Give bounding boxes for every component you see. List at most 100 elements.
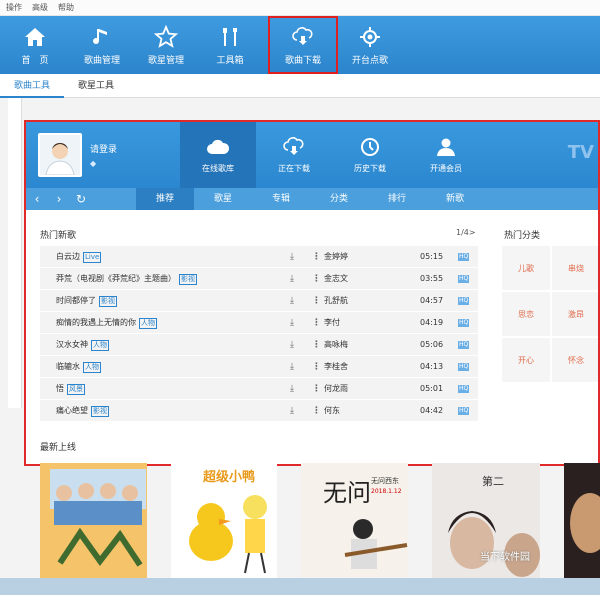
poster-2-image: 超级小鸭 — [170, 463, 278, 578]
song-singer[interactable]: 金婷婷 — [324, 251, 348, 262]
category-row: 开心 怀念 — [502, 338, 598, 382]
song-row[interactable]: 悟风景 ⤓ ⋮ 何龙雨 05:01 HQ — [40, 378, 478, 400]
poster-5[interactable] — [563, 463, 600, 578]
category-medley[interactable]: 串烧 — [552, 246, 598, 290]
poster-5-image — [563, 463, 600, 578]
avatar[interactable] — [38, 133, 82, 177]
menu-operate[interactable]: 操作 — [6, 2, 22, 13]
history-clock-icon — [361, 138, 379, 156]
tab-new-songs[interactable]: 新歌 — [426, 188, 484, 210]
nav-online-library[interactable]: 在线歌库 — [180, 122, 256, 188]
category-passionate[interactable]: 激昂 — [552, 292, 598, 336]
login-link[interactable]: 请登录 — [90, 145, 117, 155]
nav-open-vip[interactable]: 开通会员 — [408, 122, 484, 188]
tab-albums[interactable]: 专辑 — [252, 188, 310, 210]
song-row[interactable]: 痴情的我遇上无情的你 人物 ⤓ ⋮ 李付 04:19 HQ — [40, 312, 478, 334]
song-name: 痴情的我遇上无情的你 人物 — [56, 317, 157, 329]
song-name: 白云边 Live — [56, 251, 102, 263]
tab-song-tools[interactable]: 歌曲工具 — [0, 74, 65, 98]
song-row[interactable]: 时间都停了 影视 ⤓ ⋮ 孔舒航 04:57 HQ — [40, 290, 478, 312]
toolbar-song-download-button[interactable]: 歌曲下载 — [268, 16, 338, 74]
section-title-latest: 最新上线 — [40, 443, 77, 453]
online-library-panel: 请登录 ◆ 在线歌库 正在下载 历史下载 开通会员 TV ‹ › ↻ 推荐 歌星… — [24, 120, 600, 466]
download-icon[interactable]: ⤓ — [290, 406, 294, 416]
song-row[interactable]: 汉水女神 人物 ⤓ ⋮ 高咏梅 05:06 HQ — [40, 334, 478, 356]
more-icon[interactable]: ⋮ — [312, 252, 321, 262]
poster-2-title: 超级小鸭 — [203, 469, 255, 485]
refresh-icon[interactable]: ↻ — [70, 192, 92, 206]
toolbar-home-button[interactable]: 首 页 — [0, 16, 70, 74]
more-icon[interactable]: ⋮ — [312, 318, 321, 328]
bottom-bar — [0, 578, 600, 595]
song-duration: 05:15 — [420, 252, 444, 261]
forward-arrow-icon[interactable]: › — [48, 192, 70, 206]
menu-advanced[interactable]: 高级 — [32, 2, 48, 13]
more-icon[interactable]: ⋮ — [312, 340, 321, 350]
song-row[interactable]: 白云边 Live ⤓ ⋮ 金婷婷 05:15 HQ — [40, 246, 478, 268]
user-avatar-icon — [40, 135, 80, 175]
tab-ranking[interactable]: 排行 — [368, 188, 426, 210]
download-icon[interactable]: ⤓ — [290, 340, 294, 350]
tab-singer-tools[interactable]: 歌星工具 — [64, 74, 128, 98]
tab-singers[interactable]: 歌星 — [194, 188, 252, 210]
tab-categories[interactable]: 分类 — [310, 188, 368, 210]
more-icon[interactable]: ⋮ — [312, 406, 321, 416]
nav-downloading[interactable]: 正在下载 — [256, 122, 332, 188]
download-icon[interactable]: ⤓ — [290, 274, 294, 284]
song-duration: 04:19 — [420, 318, 444, 327]
hq-badge: HQ — [458, 252, 470, 261]
toolbar-toolbox-button[interactable]: 工具箱 — [198, 16, 262, 74]
more-icon[interactable]: ⋮ — [312, 384, 321, 394]
music-note-icon — [93, 28, 107, 44]
hq-badge: HQ — [458, 296, 470, 305]
poster-3[interactable]: 无问 无问西东 2018.1.12 — [301, 463, 408, 578]
song-duration: 03:55 — [420, 274, 444, 283]
hq-badge: HQ — [458, 406, 470, 415]
poster-2[interactable]: 超级小鸭 — [170, 463, 278, 578]
tab-recommend[interactable]: 推荐 — [136, 188, 194, 210]
song-name: 汉水女神 人物 — [56, 339, 109, 351]
section-title-hot-categories: 热门分类 — [504, 231, 541, 241]
song-row[interactable]: 临辘水 人物 ⤓ ⋮ 李桂舍 04:13 HQ — [40, 356, 478, 378]
category-happy[interactable]: 开心 — [502, 338, 550, 382]
more-icon[interactable]: ⋮ — [312, 296, 321, 306]
brand-logo: TV — [567, 142, 594, 163]
toolbar-singer-manage-button[interactable]: 歌星管理 — [134, 16, 198, 74]
panel-tab-bar: ‹ › ↻ 推荐 歌星 专辑 分类 排行 新歌 — [26, 188, 598, 210]
pager[interactable]: 1/4> — [456, 228, 476, 237]
download-icon[interactable]: ⤓ — [290, 252, 294, 262]
song-singer[interactable]: 何龙雨 — [324, 383, 348, 394]
main-toolbar: 首 页 歌曲管理 歌星管理 工具箱 歌曲下载 开台点歌 — [0, 16, 600, 74]
song-singer[interactable]: 金志文 — [324, 273, 348, 284]
category-longing[interactable]: 思恋 — [502, 292, 550, 336]
toolbar-song-manage-button[interactable]: 歌曲管理 — [70, 16, 134, 74]
song-singer[interactable]: 李桂舍 — [324, 361, 348, 372]
download-icon[interactable]: ⤓ — [290, 362, 294, 372]
nav-download-history[interactable]: 历史下载 — [332, 122, 408, 188]
song-singer[interactable]: 孔舒航 — [324, 295, 348, 306]
download-icon[interactable]: ⤓ — [290, 384, 294, 394]
song-tag: Live — [83, 251, 102, 263]
poster-1[interactable] — [40, 463, 147, 578]
more-icon[interactable]: ⋮ — [312, 362, 321, 372]
star-icon — [154, 24, 178, 48]
back-arrow-icon[interactable]: ‹ — [26, 192, 48, 206]
category-children-songs[interactable]: 儿歌 — [502, 246, 550, 290]
side-strip — [8, 98, 22, 408]
category-nostalgic[interactable]: 怀念 — [552, 338, 598, 382]
download-icon[interactable]: ⤓ — [290, 296, 294, 306]
song-row[interactable]: 痛心绝望 影视 ⤓ ⋮ 何东 04:42 HQ — [40, 400, 478, 422]
download-icon[interactable]: ⤓ — [290, 318, 294, 328]
song-row[interactable]: 莽荒（电视剧《莽荒纪》主题曲） 影视 ⤓ ⋮ 金志文 03:55 HQ — [40, 268, 478, 290]
hot-categories-grid: 儿歌 串烧 思恋 激昂 开心 怀念 — [502, 246, 598, 384]
song-tag: 风景 — [67, 383, 85, 395]
toolbar-open-stage-button[interactable]: 开台点歌 — [338, 16, 402, 74]
vip-diamond-icon: ◆ — [90, 159, 97, 168]
more-icon[interactable]: ⋮ — [312, 274, 321, 284]
panel-header: 请登录 ◆ 在线歌库 正在下载 历史下载 开通会员 TV — [26, 122, 598, 188]
menu-help[interactable]: 帮助 — [58, 2, 74, 13]
song-singer[interactable]: 李付 — [324, 317, 340, 328]
song-singer[interactable]: 高咏梅 — [324, 339, 348, 350]
song-singer[interactable]: 何东 — [324, 405, 340, 416]
song-tag: 影视 — [91, 405, 109, 417]
